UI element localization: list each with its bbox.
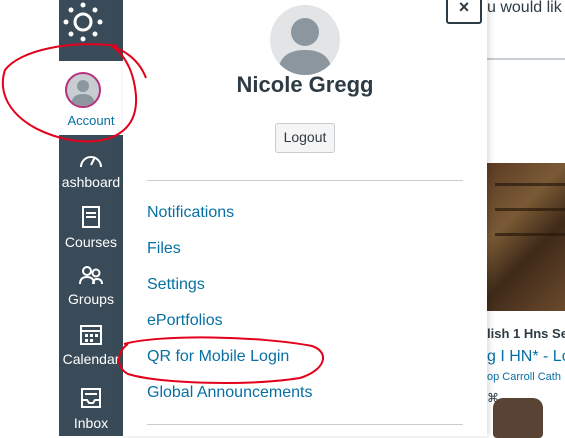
nav-account-label: Account	[67, 113, 115, 128]
dashboard-icon	[80, 156, 102, 168]
background-divider	[487, 58, 565, 60]
course-card-title[interactable]: g I HN* - Lo	[487, 348, 565, 366]
link-eportfolios[interactable]: ePortfolios	[147, 312, 223, 330]
course-card-icons[interactable]: ⌘	[487, 391, 499, 405]
account-tray: × Nicole Gregg Logout Notifications File…	[123, 0, 487, 436]
nav-account[interactable]: Account	[59, 61, 123, 135]
user-name: Nicole Gregg	[236, 72, 374, 97]
account-avatar-icon	[65, 72, 101, 108]
close-tray-button[interactable]: ×	[446, 0, 482, 24]
tray-divider	[147, 180, 463, 181]
link-files[interactable]: Files	[147, 240, 181, 258]
background-page: u would lik lish 1 Hns Se g I HN* - Lo o…	[487, 0, 565, 438]
canvas-logo-icon[interactable]	[61, 0, 105, 44]
link-notifications[interactable]: Notifications	[147, 204, 234, 222]
inbox-icon	[81, 388, 101, 408]
course-card-image[interactable]	[487, 163, 565, 438]
courses-icon	[82, 206, 100, 228]
link-qr-mobile-login[interactable]: QR for Mobile Login	[147, 348, 289, 366]
groups-icon	[79, 266, 103, 285]
tray-divider-bottom	[147, 424, 463, 425]
course-card-code: lish 1 Hns Se	[487, 326, 565, 341]
profile-avatar[interactable]	[270, 5, 340, 75]
link-global-announcements[interactable]: Global Announcements	[147, 384, 312, 402]
link-settings[interactable]: Settings	[147, 276, 205, 294]
global-nav: Account ashboard Courses Groups Calendar…	[59, 0, 123, 436]
background-heading: u would lik	[487, 0, 562, 16]
logout-button[interactable]: Logout	[275, 123, 335, 153]
calendar-icon	[80, 325, 102, 345]
course-card-subtitle: op Carroll Cath	[487, 371, 561, 383]
